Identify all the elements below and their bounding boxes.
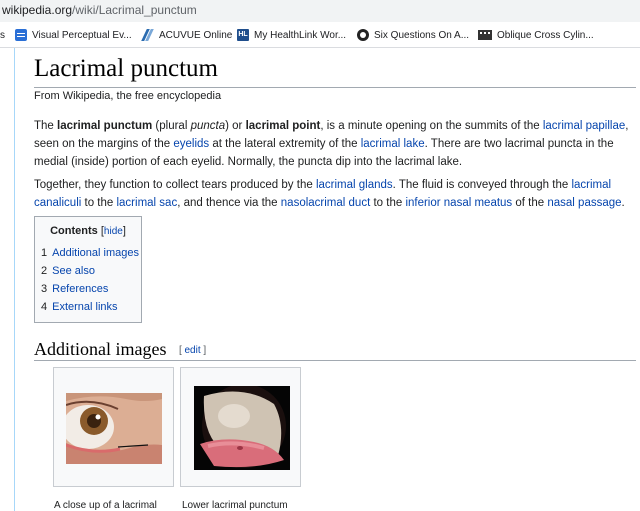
table-of-contents: Contents [hide] 1 Additional images 2 See … [34,216,142,323]
six-questions-icon [357,29,369,41]
bold-term: lacrimal point [245,120,321,132]
bold-term: lacrimal punctum [57,120,153,132]
gallery-item-closeup[interactable] [53,367,174,487]
link-lacrimal-lake[interactable]: lacrimal lake [361,138,425,150]
toc-header: Contents [hide] [50,225,126,237]
section-edit-link[interactable]: edit [185,345,201,356]
page-title: Lacrimal punctum [34,52,636,88]
url-domain: wikipedia.org [2,3,73,17]
link-nasal-passage[interactable]: nasal passage [547,197,621,209]
article-content: Lacrimal punctum From Wikipedia, the fre… [34,48,640,511]
toc-item-external-links[interactable]: 4 External links [41,298,135,316]
toc-list: 1 Additional images 2 See also 3 References… [41,244,139,316]
bookmark-six-questions[interactable]: Six Questions On A... [357,22,469,47]
toc-item-see-also[interactable]: 2 See also [41,262,135,280]
link-inferior-nasal-meatus[interactable]: inferior nasal meatus [405,197,512,209]
gallery-caption: Lower lacrimal punctum [182,500,288,511]
address-bar[interactable]: wikipedia.org/wiki/Lacrimal_punctum [0,0,640,22]
lower-punctum-picture [194,386,290,470]
bookmark-acuvue[interactable]: ACUVUE Online [140,22,232,47]
section-title: Additional images [34,339,167,359]
gallery-caption: A close up of a lacrimal [54,500,157,511]
function-paragraph: Together, they function to collect tears… [34,179,625,209]
healthlink-icon: HL [237,29,249,41]
site-tagline: From Wikipedia, the free encyclopedia [34,90,222,102]
bookmarks-bar: s Visual Perceptual Ev... ACUVUE Online … [0,22,640,48]
content-left-border [14,48,15,511]
acuvue-logo-icon [140,29,154,41]
section-edit: [ edit ] [178,345,207,356]
document-icon [15,29,27,41]
link-eyelids[interactable]: eyelids [173,138,209,150]
intro-paragraph: The lacrimal punctum (plural puncta) or … [34,120,629,168]
section-heading: Additional images [ edit ] [34,338,636,361]
italic-term: puncta [190,120,226,132]
link-lacrimal-sac[interactable]: lacrimal sac [116,197,177,209]
eye-closeup-picture [66,393,162,464]
url-path: /wiki/Lacrimal_punctum [72,3,197,17]
oblique-icon [478,30,492,40]
lower-punctum-image[interactable] [194,386,290,470]
bookmark-visual-perceptual[interactable]: Visual Perceptual Ev... [15,22,132,47]
toc-item-additional-images[interactable]: 1 Additional images [41,244,139,262]
link-lacrimal-glands[interactable]: lacrimal glands [316,179,393,191]
bookmark-healthlink[interactable]: HL My HealthLink Wor... [237,22,346,47]
gallery-item-lower-punctum[interactable] [180,367,301,487]
toc-item-references[interactable]: 3 References [41,280,135,298]
eye-closeup-image[interactable] [66,393,162,464]
bookmark-oblique-cross[interactable]: Oblique Cross Cylin... [478,22,594,47]
link-nasolacrimal-duct[interactable]: nasolacrimal duct [281,197,370,209]
toc-hide-link[interactable]: hide [104,226,123,237]
bookmark-truncated[interactable]: s [0,22,5,47]
link-lacrimal-papillae[interactable]: lacrimal papillae [543,120,625,132]
toc-title: Contents [50,225,98,237]
